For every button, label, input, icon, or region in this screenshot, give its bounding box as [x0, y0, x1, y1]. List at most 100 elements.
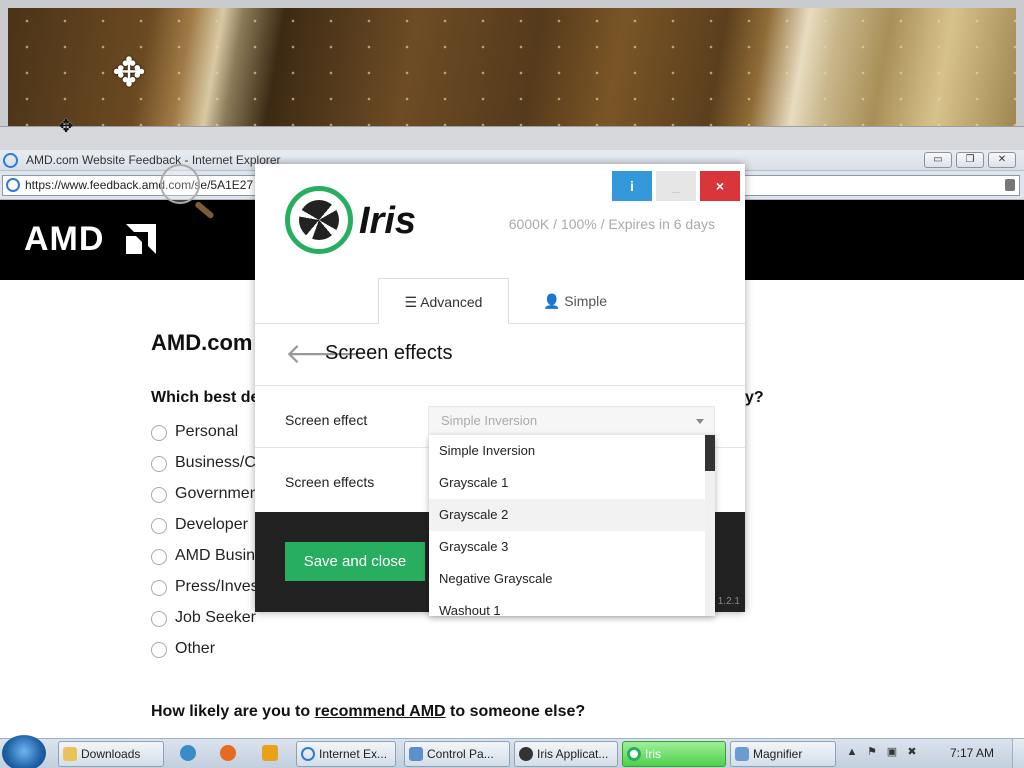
tab-simple-label: Simple	[564, 293, 608, 309]
taskbar-downloads[interactable]: Downloads	[58, 741, 164, 767]
show-desktop-button[interactable]	[1012, 739, 1024, 768]
tab-simple[interactable]: 👤 Simple	[525, 278, 625, 324]
taskbar-control-panel[interactable]: Control Pa...	[404, 741, 510, 767]
dropdown-option[interactable]: Negative Grayscale	[429, 563, 705, 595]
screen-effect-label: Screen effect	[285, 412, 368, 428]
ie-task-icon	[301, 747, 315, 761]
tray-expand-icon[interactable]: ▲	[845, 745, 859, 759]
iris-logo-icon	[285, 186, 353, 254]
option-row[interactable]: Job Seeker	[151, 609, 259, 640]
radio-button[interactable]	[151, 580, 167, 596]
magnifier-frame	[0, 126, 1024, 150]
task-label: Iris Applicat...	[537, 747, 609, 761]
quick-launch-icon[interactable]	[180, 745, 196, 761]
tab-advanced-label: Advanced	[420, 294, 483, 310]
small-move-cursor-icon: ✥	[58, 116, 74, 136]
media-player-icon[interactable]	[262, 745, 278, 761]
dropdown-scrollbar[interactable]	[705, 435, 715, 616]
dropdown-option[interactable]: Simple Inversion	[429, 435, 705, 467]
taskbar-magnifier[interactable]: Magnifier	[730, 741, 836, 767]
volume-muted-icon[interactable]: ✖	[905, 745, 919, 759]
option-label: AMD Busin	[175, 547, 256, 564]
minimize-iris-button[interactable]: _	[656, 171, 696, 201]
version-label: 1.2.1	[717, 596, 740, 607]
caret-down-icon	[696, 419, 704, 424]
option-row[interactable]: AMD Busin	[151, 547, 259, 578]
restore-button[interactable]: ❐	[956, 152, 984, 168]
radio-button[interactable]	[151, 642, 167, 658]
task-label: Magnifier	[753, 747, 803, 761]
taskbar-internet-explorer[interactable]: Internet Ex...	[296, 741, 396, 767]
dropdown-option-hovered[interactable]: Grayscale 2	[429, 499, 705, 531]
radio-button[interactable]	[151, 611, 167, 627]
dropdown-option[interactable]: Grayscale 3	[429, 531, 705, 563]
option-row[interactable]: Governmen	[151, 485, 259, 516]
question-2-prefix: How likely are you to	[151, 703, 315, 720]
option-label: Press/Inves	[175, 578, 259, 595]
flag-icon[interactable]: ⚑	[865, 745, 879, 759]
section-title: Screen effects	[325, 342, 453, 364]
ie-icon	[3, 153, 18, 168]
control-panel-icon	[409, 747, 423, 761]
option-label: Governmen	[175, 485, 259, 502]
ie-page-icon	[6, 178, 20, 192]
start-button[interactable]	[2, 735, 46, 768]
iris-app-icon	[519, 747, 533, 761]
option-label: Business/C	[175, 454, 256, 471]
radio-button[interactable]	[151, 425, 167, 441]
option-row[interactable]: Personal	[151, 423, 259, 454]
magnified-image	[8, 8, 1016, 126]
radio-button[interactable]	[151, 518, 167, 534]
option-row[interactable]: Press/Inves	[151, 578, 259, 609]
question-2-suffix: to someone else?	[445, 703, 586, 720]
magnifier-icon	[735, 747, 749, 761]
taskbar: Downloads Internet Ex... Control Pa... I…	[0, 735, 1024, 768]
magnifier-view: ✥ ✥	[0, 0, 1024, 150]
lock-icon	[1005, 179, 1015, 191]
radio-button[interactable]	[151, 487, 167, 503]
info-button[interactable]: i	[612, 171, 652, 201]
folder-icon	[63, 747, 77, 761]
task-label: Iris	[645, 747, 661, 761]
task-label: Downloads	[81, 747, 141, 761]
option-label: Other	[175, 640, 216, 657]
question-1: Which best de	[151, 389, 260, 406]
option-row[interactable]: Other	[151, 640, 259, 671]
radio-button[interactable]	[151, 456, 167, 472]
url-text: https://www.feedback.amd.com/se/5A1E27	[25, 178, 254, 192]
dropdown-option[interactable]: Grayscale 1	[429, 467, 705, 499]
option-label: Personal	[175, 423, 239, 440]
question-2: How likely are you to recommend AMD to s…	[151, 703, 585, 721]
taskbar-iris[interactable]: Iris	[622, 741, 726, 767]
close-iris-button[interactable]: ×	[700, 171, 740, 201]
dropdown-option[interactable]: Washout 1	[429, 595, 705, 616]
iris-task-icon	[627, 747, 641, 761]
taskbar-iris-application[interactable]: Iris Applicat...	[514, 741, 618, 767]
scroll-thumb[interactable]	[705, 435, 715, 471]
firefox-icon[interactable]	[220, 745, 236, 761]
tab-advanced[interactable]: ☰ Advanced	[378, 278, 509, 324]
clock[interactable]: 7:17 AM	[950, 746, 994, 760]
section-header: 🡐 Screen effects	[255, 324, 745, 386]
question-1-end: y?	[745, 389, 764, 406]
user-icon: 👤	[542, 293, 565, 309]
page-title: AMD.com	[151, 330, 253, 355]
move-cursor-icon: ✥	[112, 51, 146, 95]
task-label: Internet Ex...	[319, 747, 388, 761]
screen-effect-select[interactable]: Simple Inversion	[428, 406, 715, 436]
menu-icon: ☰	[404, 294, 421, 310]
amd-logo[interactable]: AMD	[24, 220, 104, 259]
radio-button[interactable]	[151, 549, 167, 565]
recommend-link[interactable]: recommend AMD	[315, 703, 446, 720]
amd-arrow-icon	[126, 224, 156, 254]
window-title: AMD.com Website Feedback - Internet Expl…	[26, 153, 281, 167]
close-window-button[interactable]: ✕	[988, 152, 1016, 168]
minimize-button[interactable]: ▭	[924, 152, 952, 168]
option-row[interactable]: Developer	[151, 516, 259, 547]
option-row[interactable]: Business/C	[151, 454, 259, 485]
effect-dropdown: Simple Inversion Grayscale 1 Grayscale 2…	[429, 435, 715, 616]
select-value: Simple Inversion	[441, 413, 538, 428]
network-icon[interactable]: ▣	[885, 745, 899, 759]
save-and-close-button[interactable]: Save and close	[285, 542, 425, 581]
task-label: Control Pa...	[427, 747, 494, 761]
